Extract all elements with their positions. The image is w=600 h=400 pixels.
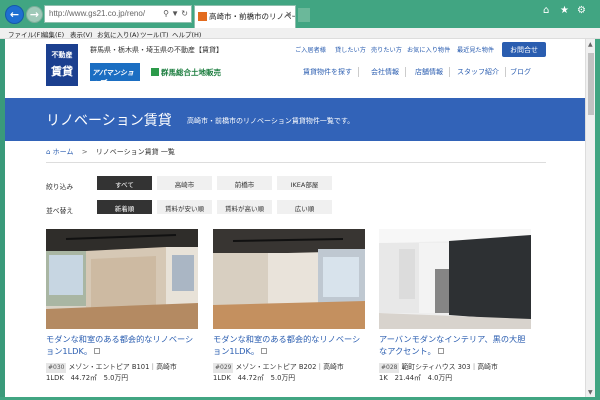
breadcrumb-current: リノベーション賃貸 一覧 — [95, 148, 175, 156]
scroll-up-icon[interactable]: ▲ — [588, 41, 593, 48]
property-title[interactable]: モダンな和室のある都会的なリノベーション1LDK。 — [46, 333, 198, 359]
tab-title: 高崎市・前橋市のリノベーショ... — [209, 12, 296, 21]
vertical-scrollbar[interactable]: ▲ ▼ — [585, 39, 595, 397]
page-subtitle: 高崎市・前橋市のリノベーション賃貸物件一覧です。 — [187, 117, 355, 125]
home-icon[interactable]: ⌂ — [543, 5, 549, 16]
breadcrumb-home[interactable]: ⌂ ホーム — [46, 148, 73, 156]
favicon-icon — [198, 12, 207, 21]
property-card[interactable]: モダンな和室のある都会的なリノベーション1LDK。 #029 メゾン・エントピア … — [213, 229, 365, 383]
url-text: http://www.gs21.co.jp/reno/ — [49, 9, 146, 18]
link-recent[interactable]: 最近見た物件 — [457, 45, 494, 54]
property-photo[interactable] — [379, 229, 531, 329]
link-favorites[interactable]: お気に入り物件 — [407, 45, 450, 54]
property-number: #029 — [213, 363, 234, 373]
property-number: #028 — [379, 363, 400, 373]
browser-titlebar: ← → http://www.gs21.co.jp/reno/ ⚲ ▼ ↻ 高崎… — [0, 0, 600, 28]
nav-search-rentals[interactable]: 賃貸物件を探す — [303, 67, 359, 77]
browser-tab[interactable]: 高崎市・前橋市のリノベーショ... ✕ — [194, 5, 296, 28]
menu-edit[interactable]: 編集(E) — [42, 29, 64, 39]
scroll-thumb[interactable] — [588, 53, 594, 115]
arrow-left-icon: ← — [9, 8, 20, 21]
nav-blog[interactable]: ブログ — [510, 67, 537, 77]
menu-favorites[interactable]: お気に入り(A) — [97, 29, 139, 39]
star-icon[interactable]: ★ — [560, 5, 569, 16]
sort-label: 並べ替え — [46, 207, 74, 215]
page-title: リノベーション賃貸 — [46, 113, 172, 129]
property-card[interactable]: モダンな和室のある都会的なリノベーション1LDK。 #030 メゾン・エントピア … — [46, 229, 198, 383]
forward-button[interactable]: → — [26, 6, 43, 23]
property-title[interactable]: モダンな和室のある都会的なリノベーション1LDK。 — [213, 333, 365, 359]
nav-staff[interactable]: スタッフ紹介 — [457, 67, 506, 77]
menu-bar: ファイル(F) 編集(E) 表示(V) お気に入り(A) ツール(T) ヘルプ(… — [0, 28, 600, 39]
filter-takasaki[interactable]: 高崎市 — [157, 176, 212, 190]
menu-file[interactable]: ファイル(F) — [8, 29, 43, 39]
company-mark-icon — [151, 68, 159, 76]
property-name: 範町シティハウス 303｜高崎市 — [401, 363, 498, 371]
property-card[interactable]: アーバンモダンなインテリア、黒の大胆なアクセント。 #028 範町シティハウス 3… — [379, 229, 531, 383]
external-link-icon — [94, 348, 101, 354]
menu-tools[interactable]: ツール(T) — [140, 29, 169, 39]
sort-cheapest[interactable]: 賃料が安い順 — [157, 200, 212, 214]
sort-newest[interactable]: 新着順 — [97, 200, 152, 214]
filter-maebashi[interactable]: 前橋市 — [217, 176, 272, 190]
filter-ikea[interactable]: IKEA部屋 — [277, 176, 332, 190]
logo-line1: 不動産 — [51, 51, 73, 59]
property-meta: #028 範町シティハウス 303｜高崎市 1K 21.44㎡ 4.0万円 — [379, 362, 531, 383]
property-title-text: モダンな和室のある都会的なリノベーション1LDK。 — [213, 334, 361, 356]
link-residents[interactable]: ご入居者様 — [295, 45, 326, 54]
link-sell[interactable]: 売りたい方 — [371, 45, 402, 54]
property-number: #030 — [46, 363, 67, 373]
filter-label: 絞り込み — [46, 183, 74, 191]
company-name: 群馬総合土地販売 — [161, 68, 221, 77]
breadcrumb-separator: > — [81, 148, 88, 156]
region-text: 群馬県・栃木県・埼玉県の不動産【賃貸】 — [90, 46, 223, 54]
page-banner: リノベーション賃貸 高崎市・前橋市のリノベーション賃貸物件一覧です。 — [5, 98, 585, 141]
property-spec: 1LDK 44.72㎡ 5.0万円 — [213, 374, 296, 382]
external-link-icon — [437, 348, 444, 354]
property-photo[interactable] — [213, 229, 365, 329]
gear-icon[interactable]: ⚙ — [577, 5, 586, 16]
menu-help[interactable]: ヘルプ(H) — [172, 29, 201, 39]
nav-company[interactable]: 会社情報 — [371, 67, 406, 77]
filter-all[interactable]: すべて — [97, 176, 152, 190]
search-refresh-icons[interactable]: ⚲ ▼ ↻ — [163, 9, 188, 18]
breadcrumb: ⌂ ホーム > リノベーション賃貸 一覧 — [46, 147, 546, 163]
property-spec: 1LDK 44.72㎡ 5.0万円 — [46, 374, 129, 382]
breadcrumb-home-label: ホーム — [52, 148, 74, 156]
property-title[interactable]: アーバンモダンなインテリア、黒の大胆なアクセント。 — [379, 333, 531, 359]
scroll-down-icon[interactable]: ▼ — [588, 389, 593, 396]
menu-view[interactable]: 表示(V) — [70, 29, 93, 39]
nav-stores[interactable]: 店舗情報 — [415, 67, 450, 77]
web-page: 不動産 賃貸 群馬県・栃木県・埼玉県の不動産【賃貸】 アパマンショップ 群馬総合… — [5, 39, 585, 397]
back-button[interactable]: ← — [5, 5, 24, 24]
window-border — [595, 39, 600, 400]
property-name: メゾン・エントピア B202｜高崎市 — [235, 363, 344, 371]
sort-expensive[interactable]: 賃料が高い順 — [217, 200, 272, 214]
property-spec: 1K 21.44㎡ 4.0万円 — [379, 374, 453, 382]
company-logo[interactable]: 群馬総合土地販売 — [151, 67, 221, 78]
property-meta: #030 メゾン・エントピア B101｜高崎市 1LDK 44.72㎡ 5.0万円 — [46, 362, 198, 383]
address-bar[interactable]: http://www.gs21.co.jp/reno/ ⚲ ▼ ↻ — [44, 5, 192, 23]
close-tab-icon[interactable]: ✕ — [285, 10, 292, 19]
property-title-text: モダンな和室のある都会的なリノベーション1LDK。 — [46, 334, 194, 356]
property-meta: #029 メゾン・エントピア B202｜高崎市 1LDK 44.72㎡ 5.0万円 — [213, 362, 365, 383]
external-link-icon — [261, 348, 268, 354]
new-tab-button[interactable] — [298, 8, 310, 22]
property-photo[interactable] — [46, 229, 198, 329]
logo-line2: 賃貸 — [51, 65, 73, 78]
property-name: メゾン・エントピア B101｜高崎市 — [68, 363, 177, 371]
property-title-text: アーバンモダンなインテリア、黒の大胆なアクセント。 — [379, 334, 526, 356]
sort-largest[interactable]: 広い順 — [277, 200, 332, 214]
inquiry-button[interactable]: お問合せ — [502, 42, 546, 57]
link-lend[interactable]: 貸したい方 — [335, 45, 366, 54]
apaman-logo[interactable]: アパマンショップ — [90, 63, 140, 87]
site-logo[interactable]: 不動産 賃貸 — [46, 44, 78, 86]
arrow-right-icon: → — [29, 8, 40, 21]
